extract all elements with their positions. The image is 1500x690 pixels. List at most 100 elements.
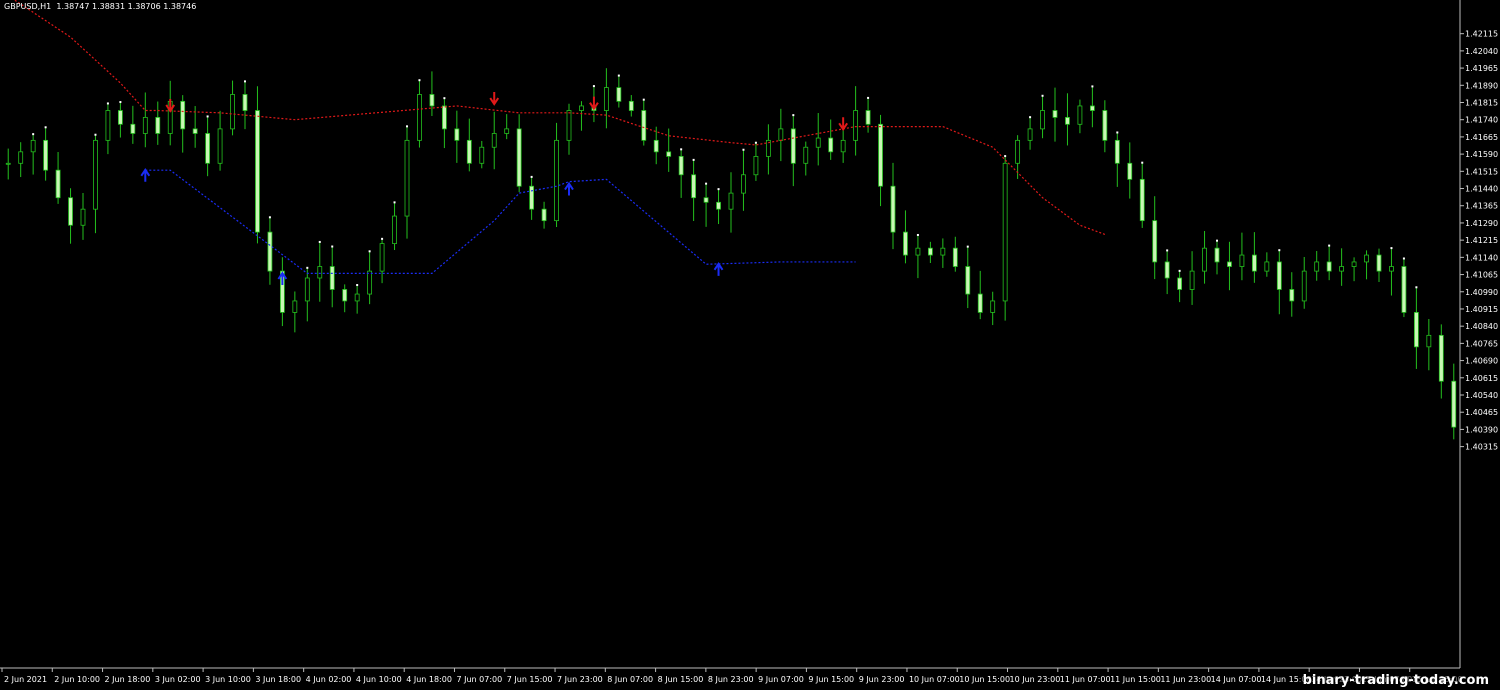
candle-body <box>678 156 684 176</box>
candle-body <box>130 123 136 134</box>
fractal-dot <box>32 133 35 136</box>
price-tick-label: 1.41965 <box>1465 64 1498 73</box>
fractal-dot <box>206 115 209 118</box>
candle-body <box>1040 110 1045 130</box>
price-tick-label: 1.40390 <box>1465 425 1498 434</box>
fractal-dot <box>106 102 109 105</box>
candle-body <box>1276 261 1282 290</box>
time-tick-label: 2 Jun 2021 <box>4 675 47 684</box>
candle-body <box>30 139 36 153</box>
candle-body <box>491 133 497 148</box>
time-tick-label: 11 Jun 15:00 <box>1110 675 1161 684</box>
fractal-dot <box>692 158 695 161</box>
fractal-dot <box>867 96 870 99</box>
candle-body <box>1326 261 1332 272</box>
price-tick-label: 1.42115 <box>1465 30 1498 39</box>
candle-body <box>1065 117 1070 125</box>
fractal-dot <box>381 237 384 240</box>
candle-body <box>466 139 472 164</box>
fractal-dot <box>1216 239 1218 242</box>
candle-body <box>1227 261 1232 267</box>
fractal-dot <box>418 79 421 82</box>
candle-body <box>1189 270 1195 290</box>
fractal-dot <box>717 188 720 191</box>
candle-body <box>603 87 609 111</box>
candle-body <box>778 128 784 141</box>
candle-body <box>117 110 123 125</box>
price-tick-label: 1.40690 <box>1465 357 1498 366</box>
candle-body <box>878 123 883 187</box>
time-tick-label: 4 Jun 02:00 <box>306 675 352 684</box>
time-tick-label: 8 Jun 07:00 <box>607 675 653 684</box>
fractal-dot <box>705 182 708 185</box>
fractal-dot <box>642 98 645 101</box>
candle-body <box>890 185 896 233</box>
fractal-dot <box>268 216 271 219</box>
fractal-dot <box>1029 116 1032 119</box>
fractal-dot <box>792 114 795 117</box>
candle-body <box>554 139 559 222</box>
candle-body <box>965 266 971 295</box>
chart-canvas[interactable]: 1.42115 1.42040 1.41965 1.41890 1.41815 1.417… <box>0 0 1500 690</box>
candle-body <box>304 277 310 302</box>
candle-body <box>1364 254 1369 263</box>
candle-body <box>628 100 634 111</box>
fractal-dot <box>306 266 309 269</box>
candle-body <box>1015 139 1021 164</box>
candle-body <box>1413 312 1419 348</box>
candle-body <box>142 117 148 134</box>
time-tick-label: 7 Jun 15:00 <box>507 675 553 684</box>
fractal-dot <box>1116 131 1119 134</box>
time-tick-label: 9 Jun 15:00 <box>808 675 854 684</box>
price-tick-label: 1.40915 <box>1465 305 1498 314</box>
candle-body <box>504 128 510 134</box>
candle-body <box>566 110 572 141</box>
symbol-name: GBPUSD,H1 <box>4 2 52 11</box>
candle-body <box>1351 261 1357 267</box>
time-tick-label: 11 Jun 07:00 <box>1060 675 1111 684</box>
ohlc-values: 1.38747 1.38831 1.38706 1.38746 <box>56 2 197 11</box>
fractal-dot <box>1141 161 1144 164</box>
candle-body <box>217 128 223 164</box>
fractal-dot <box>1091 85 1094 88</box>
candle-body <box>205 133 211 164</box>
candle-body <box>68 197 73 226</box>
candle-body <box>940 247 946 256</box>
price-chart[interactable]: 1.42115 1.42040 1.41965 1.41890 1.41815 1.417… <box>0 0 1500 690</box>
candle-body <box>317 266 323 279</box>
fractal-dot <box>1415 286 1418 289</box>
candle-body <box>641 110 647 141</box>
price-tick-label: 1.41665 <box>1465 133 1498 142</box>
candle-body <box>404 139 410 217</box>
fractal-dot <box>1041 94 1044 97</box>
candle-body <box>703 197 709 203</box>
fractal-dot <box>592 85 595 88</box>
candle-body <box>155 117 161 134</box>
candle-body <box>840 139 846 153</box>
candle-body <box>865 110 871 125</box>
fractal-dot <box>94 133 97 136</box>
price-tick-label: 1.41140 <box>1465 253 1498 262</box>
fractal-dot <box>680 148 683 151</box>
time-tick-label: 2 Jun 18:00 <box>105 675 151 684</box>
candle-body <box>1264 261 1270 272</box>
candle-body <box>342 289 348 302</box>
candle-body <box>653 139 659 153</box>
candle-body <box>666 151 672 157</box>
fractal-dot <box>356 284 359 287</box>
candle-body <box>1289 289 1295 302</box>
price-tick-label: 1.40615 <box>1465 374 1498 383</box>
price-tick-label: 1.41740 <box>1465 116 1498 125</box>
chart-background <box>0 0 1500 690</box>
candle-body <box>1052 110 1058 118</box>
fractal-dot <box>742 148 745 151</box>
time-tick-label: 4 Jun 10:00 <box>356 675 402 684</box>
candle-body <box>915 247 921 256</box>
candle-body <box>479 146 485 164</box>
fractal-dot <box>1004 155 1007 158</box>
time-tick-label: 14 Jun 07:00 <box>1211 675 1262 684</box>
candle-body <box>5 162 11 165</box>
candle-body <box>516 128 522 187</box>
fractal-dot <box>1328 244 1331 247</box>
price-tick-label: 1.41365 <box>1465 202 1498 211</box>
